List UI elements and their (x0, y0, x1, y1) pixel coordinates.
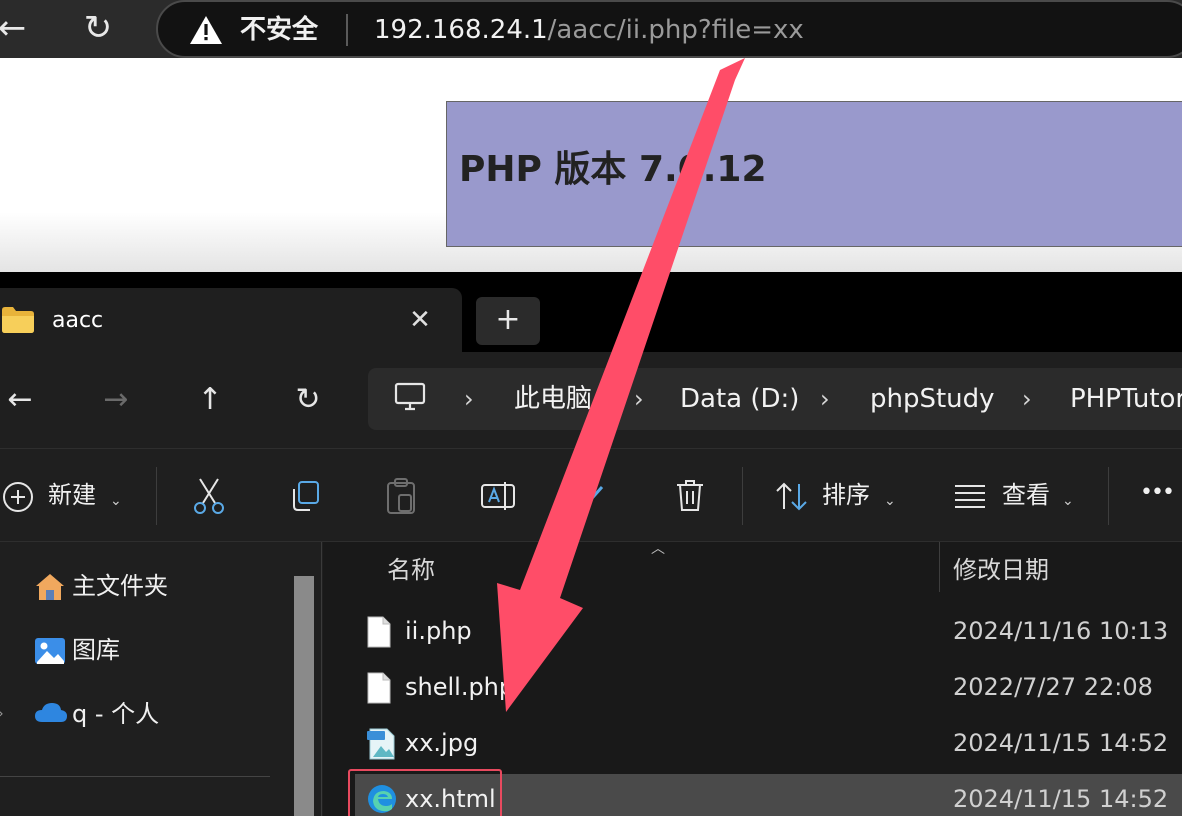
file-icon (367, 616, 391, 648)
sort-label: 排序 (822, 481, 870, 509)
paste-button[interactable] (384, 469, 420, 521)
breadcrumb-item-phptutorial[interactable]: PHPTutor (1070, 382, 1182, 416)
refresh-icon[interactable]: ↻ (284, 376, 332, 424)
file-modified-date: 2022/7/27 22:08 (953, 673, 1153, 701)
web-page: PHP 版本 7.0.12 (0, 58, 1182, 272)
file-row-shell-php[interactable]: shell.php 2022/7/27 22:08 (355, 662, 1182, 714)
jpg-file-icon (367, 728, 395, 760)
breadcrumb[interactable]: › 此电脑 › Data (D:) › phpStudy › PHPTutor (368, 368, 1182, 430)
back-button[interactable]: ← (0, 6, 32, 50)
new-button[interactable]: 新建 ⌄ (2, 469, 128, 521)
new-tab-button[interactable]: + (476, 297, 540, 345)
gallery-icon (35, 638, 65, 664)
breadcrumb-item-phpstudy[interactable]: phpStudy (870, 382, 995, 416)
plus-circle-icon (3, 482, 33, 512)
url-host: 192.168.24.1 (374, 15, 548, 45)
copy-icon (293, 481, 319, 511)
up-arrow-icon[interactable]: ↑ (186, 376, 234, 424)
chevron-down-icon: ⌄ (1062, 493, 1074, 509)
trash-icon (677, 480, 703, 511)
view-button[interactable]: 查看 ⌄ (954, 469, 1078, 521)
column-header-name[interactable]: 名称 (387, 552, 435, 588)
file-modified-date: 2024/11/15 14:52 (953, 729, 1169, 757)
explorer-tab[interactable]: aacc ✕ (0, 288, 462, 352)
chevron-right-icon[interactable]: › (0, 706, 4, 722)
file-name: shell.php (405, 673, 515, 701)
back-arrow-icon[interactable]: ← (0, 376, 44, 424)
reload-button[interactable]: ↻ (78, 6, 118, 50)
breadcrumb-chevron-icon[interactable]: › (820, 382, 830, 416)
clipboard-icon (387, 478, 415, 514)
php-version-heading: PHP 版本 7.0.12 (459, 149, 767, 190)
chevron-down-icon: ⌄ (884, 493, 896, 509)
breadcrumb-chevron-icon[interactable]: › (1022, 382, 1032, 416)
delete-button[interactable] (674, 469, 708, 521)
explorer-tab-strip: aacc ✕ + (0, 272, 1182, 352)
close-icon[interactable]: ✕ (402, 300, 438, 340)
chevron-down-icon: ⌄ (110, 493, 122, 509)
address-bar[interactable]: 不安全 192.168.24.1/aacc/ii.php?file=xx (156, 0, 1182, 58)
file-row-xx-jpg[interactable]: xx.jpg 2024/11/15 14:52 (355, 718, 1182, 770)
command-bar: 新建 ⌄ 排序 ⌄ 查看 ⌄ ••• (0, 448, 1182, 542)
browser-toolbar: ← ↻ 不安全 192.168.24.1/aacc/ii.php?file=xx (0, 0, 1182, 58)
file-name: xx.jpg (405, 729, 479, 757)
file-row-ii-php[interactable]: ii.php 2024/11/16 10:13 (355, 606, 1182, 658)
onedrive-icon (35, 703, 67, 722)
file-icon (367, 672, 391, 704)
nav-scrollbar[interactable] (294, 576, 314, 816)
tab-label: aacc (52, 308, 104, 333)
omnibox-separator (346, 14, 348, 46)
phpinfo-header: PHP 版本 7.0.12 (446, 101, 1182, 247)
file-modified-date: 2024/11/15 14:52 (953, 785, 1169, 813)
breadcrumb-chevron-icon[interactable]: › (464, 382, 474, 416)
toolbar-divider (156, 467, 157, 525)
pencil-icon (584, 486, 604, 506)
sidebar-item-label: 主文件夹 (72, 572, 168, 600)
sidebar-item-label: q - 个人 (72, 700, 160, 728)
column-header-modified[interactable]: 修改日期 (953, 552, 1049, 588)
rename-button[interactable] (480, 469, 516, 521)
toolbar-divider (1108, 467, 1109, 525)
more-options-button[interactable]: ••• (1140, 469, 1180, 521)
column-divider[interactable] (939, 542, 940, 592)
explorer-address-row: ← → ↑ ↻ › 此电脑 › Data (D:) › phpStudy › P… (0, 352, 1182, 448)
toolbar-divider (742, 467, 743, 525)
share-button[interactable] (580, 469, 610, 521)
url-text[interactable]: 192.168.24.1/aacc/ii.php?file=xx (374, 12, 804, 48)
file-explorer-window: aacc ✕ + ← → ↑ ↻ › 此电脑 › Data (D:) › php… (0, 272, 1182, 816)
copy-button[interactable] (288, 469, 324, 521)
warning-icon[interactable] (188, 14, 224, 50)
view-label: 查看 (1002, 481, 1050, 509)
navigation-pane: 主文件夹 图库 q - 个人 › (0, 542, 322, 816)
list-view-icon (955, 485, 985, 508)
breadcrumb-chevron-icon[interactable]: › (634, 382, 644, 416)
file-name: ii.php (405, 617, 472, 645)
sort-arrows-icon (776, 482, 807, 511)
scissors-icon (194, 478, 224, 514)
sort-ascending-icon: ︿ (651, 541, 665, 557)
computer-icon[interactable] (394, 382, 426, 416)
cut-button[interactable] (192, 469, 228, 521)
folder-icon (2, 307, 34, 337)
breadcrumb-item-this-pc[interactable]: 此电脑 (514, 382, 592, 416)
not-secure-label[interactable]: 不安全 (240, 12, 318, 48)
nav-divider (0, 776, 270, 777)
annotation-highlight-box (348, 769, 502, 816)
url-path: /aacc/ii.php?file=xx (547, 15, 804, 45)
rename-icon (481, 482, 515, 510)
home-icon (36, 574, 64, 600)
file-modified-date: 2024/11/16 10:13 (953, 617, 1169, 645)
more-icon: ••• (1140, 480, 1175, 505)
forward-arrow-icon[interactable]: → (92, 376, 140, 424)
sort-button[interactable]: 排序 ⌄ (774, 469, 898, 521)
new-label: 新建 (48, 481, 96, 509)
breadcrumb-item-data-drive[interactable]: Data (D:) (680, 382, 799, 416)
sidebar-item-label: 图库 (72, 636, 120, 664)
